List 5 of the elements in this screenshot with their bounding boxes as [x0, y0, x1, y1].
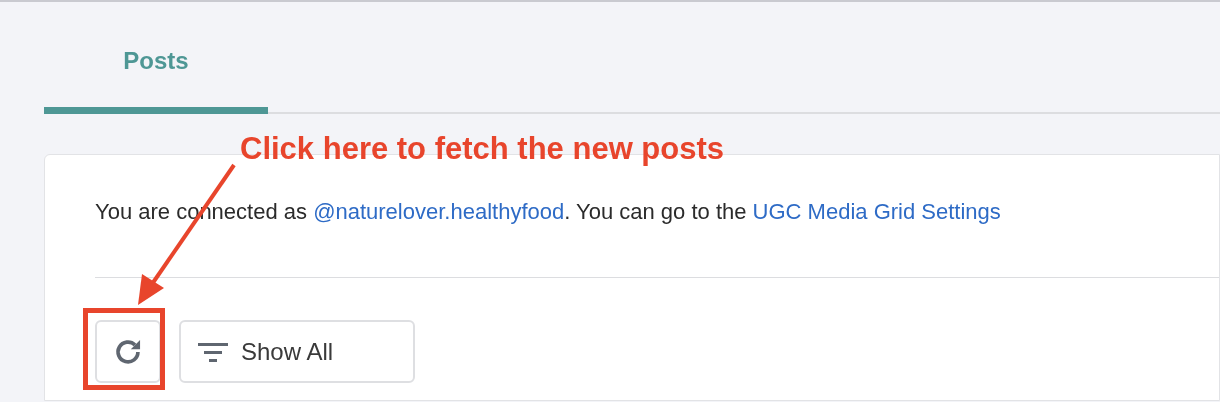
link[interactable]: UGC Media Grid Settings	[752, 199, 1001, 224]
link[interactable]: @naturelover.healthyfood	[313, 199, 565, 224]
filter-button[interactable]: Show All	[179, 320, 415, 383]
annotation-text: Click here to fetch the new posts	[240, 130, 725, 168]
tab[interactable]: Posts	[44, 22, 268, 114]
